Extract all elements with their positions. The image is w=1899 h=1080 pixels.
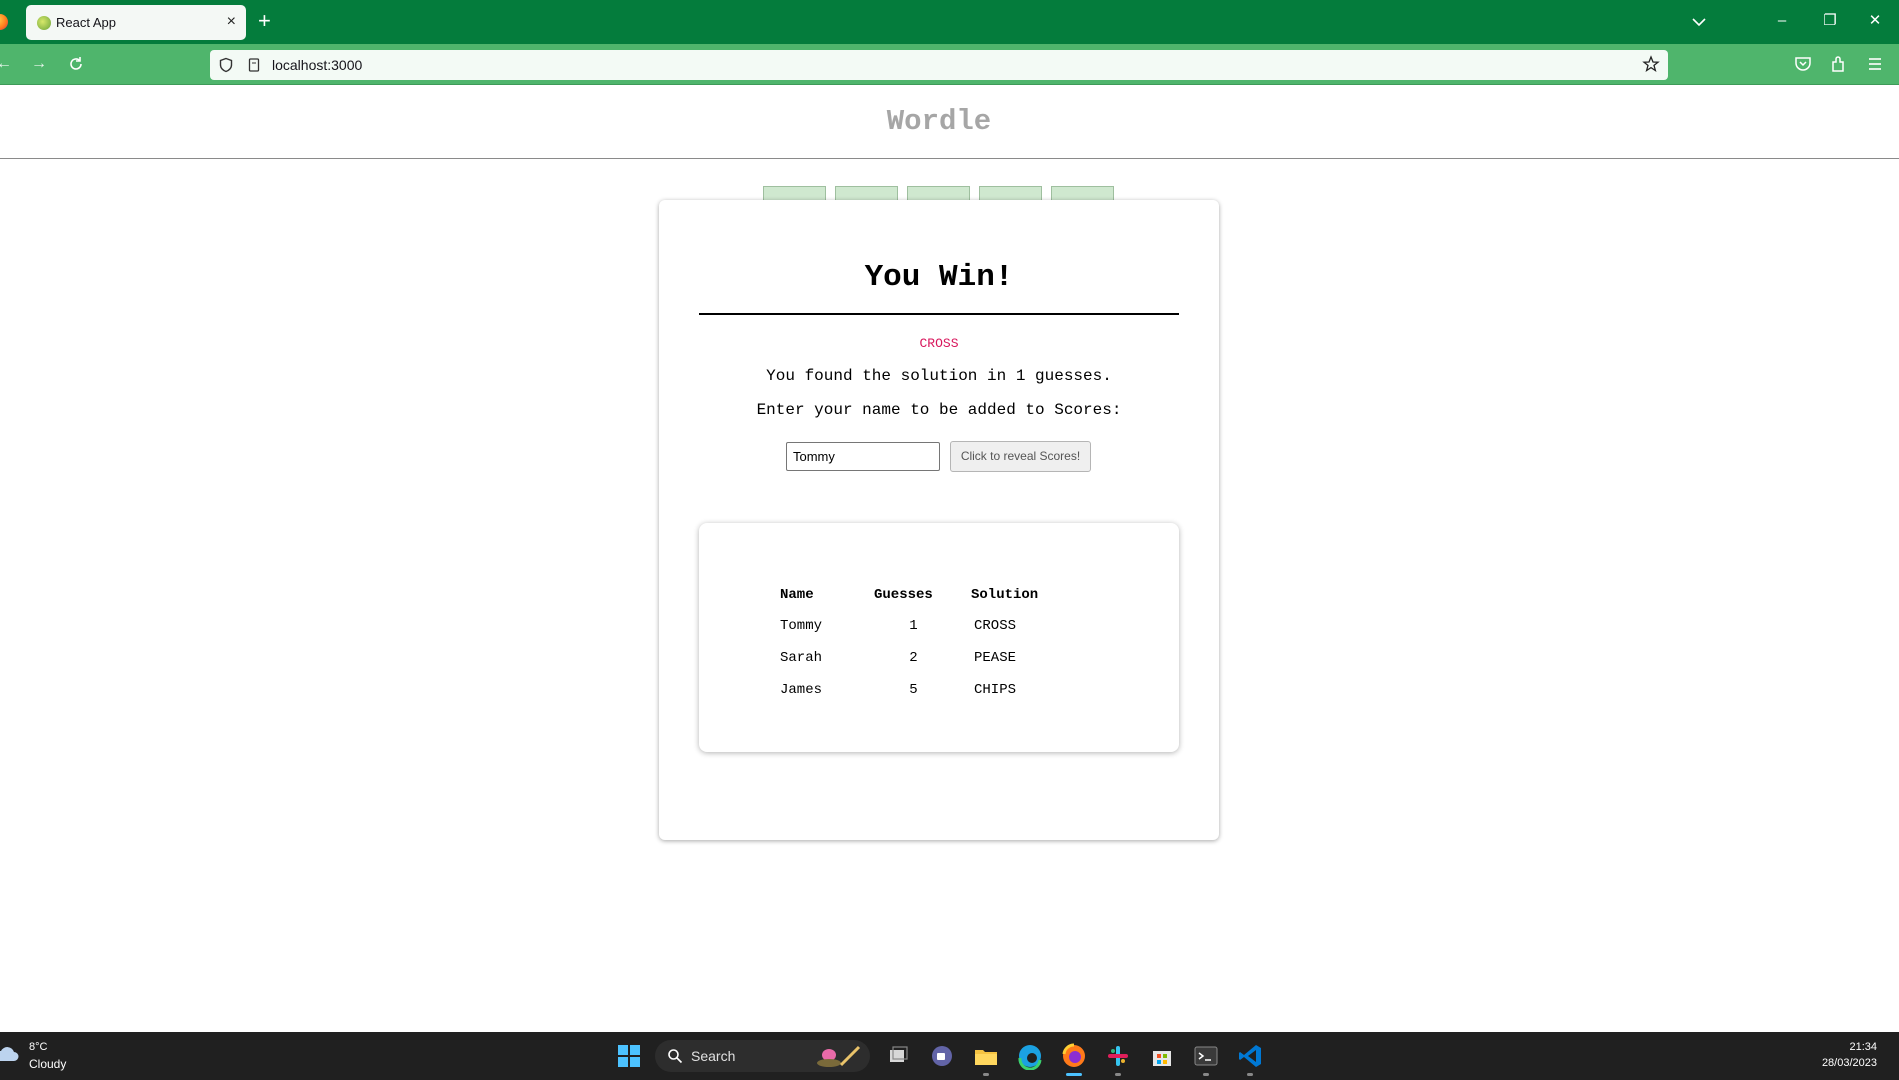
file-explorer-icon[interactable] [972,1042,1000,1070]
weather-temperature[interactable]: 8°C [29,1041,47,1053]
url-text[interactable]: localhost:3000 [272,57,362,73]
letter-tile [763,186,826,200]
score-solution: CROSS [974,618,1017,634]
teams-chat-icon[interactable] [928,1042,956,1070]
letter-tile [1051,186,1114,200]
windows-start-icon[interactable] [615,1042,643,1070]
title-divider [699,313,1179,315]
win-modal: You Win! CROSS You found the solution in… [659,200,1219,840]
active-indicator [1066,1073,1082,1076]
running-indicator [1203,1073,1209,1076]
letter-tile [835,186,898,200]
pocket-icon[interactable] [1793,54,1813,74]
extensions-icon[interactable] [1829,54,1849,74]
table-row: Tommy 1 CROSS [777,610,1061,642]
score-solution: CHIPS [974,682,1017,698]
header-solution: Solution [971,587,1039,603]
back-button[interactable]: ← [0,54,14,74]
restore-button[interactable]: ❐ [1815,11,1845,31]
score-name: Tommy [780,618,823,634]
reload-icon[interactable] [66,54,86,74]
header-guesses: Guesses [874,587,933,603]
taskbar: 8°C Cloudy Search 21:34 28/03/2023 [0,1032,1899,1080]
cloud-icon[interactable] [0,1046,20,1062]
header-name: Name [780,587,814,603]
score-guesses: 2 [909,650,918,666]
running-indicator [1247,1073,1253,1076]
new-tab-button[interactable]: + [258,9,271,33]
browser-nav-bar: ← → localhost:3000 [0,44,1899,84]
table-row: Sarah 2 PEASE [777,642,1061,674]
win-title: You Win! [864,260,1014,295]
close-window-button[interactable]: ✕ [1860,11,1890,31]
scores-header-row: Name Guesses Solution [777,580,1061,610]
hamburger-menu-icon[interactable] [1865,54,1885,74]
letter-tile [907,186,970,200]
microsoft-store-icon[interactable] [1148,1042,1176,1070]
reveal-scores-button[interactable]: Click to reveal Scores! [950,441,1091,472]
bookmark-star-icon[interactable] [1642,55,1660,73]
minimize-button[interactable]: – [1767,11,1797,31]
vscode-icon[interactable] [1236,1042,1264,1070]
search-highlight-icon [817,1045,861,1067]
score-guesses: 1 [909,618,918,634]
scores-card: Name Guesses Solution Tommy 1 CROSS Sara… [699,523,1179,752]
table-row: James 5 CHIPS [777,674,1061,706]
terminal-icon[interactable] [1192,1042,1220,1070]
found-message: You found the solution in 1 guesses. [766,367,1112,385]
name-input[interactable] [786,442,940,471]
score-name: Sarah [780,650,823,666]
browser-tab-bar: React App × + – ❐ ✕ [0,0,1899,44]
app-header: Wordle [0,85,1899,159]
url-bar[interactable]: localhost:3000 [210,50,1668,80]
tab-favicon-icon [37,16,51,30]
score-name: James [780,682,823,698]
firefox-icon[interactable] [1060,1042,1088,1070]
weather-condition[interactable]: Cloudy [29,1057,66,1071]
firefox-menu-icon[interactable] [0,14,8,30]
tab-react-app[interactable]: React App × [26,5,246,40]
score-solution: PEASE [974,650,1017,666]
score-guesses: 5 [909,682,918,698]
search-icon [668,1049,683,1064]
edge-icon[interactable] [1016,1042,1044,1070]
taskbar-search-box[interactable]: Search [655,1040,870,1072]
tab-close-icon[interactable]: × [227,13,236,31]
solution-word: CROSS [919,336,959,351]
task-view-icon[interactable] [884,1042,912,1070]
list-all-tabs-icon[interactable] [1690,13,1708,31]
letter-tile [979,186,1042,200]
page-info-icon[interactable] [246,57,262,73]
name-prompt: Enter your name to be added to Scores: [756,401,1122,419]
tracking-protection-shield-icon[interactable] [218,57,234,73]
clock-time[interactable]: 21:34 [1849,1041,1877,1053]
scores-table: Name Guesses Solution Tommy 1 CROSS Sara… [777,580,1061,706]
running-indicator [983,1073,989,1076]
running-indicator [1115,1073,1121,1076]
clock-date[interactable]: 28/03/2023 [1822,1057,1877,1069]
search-label: Search [691,1048,736,1064]
slack-icon[interactable] [1104,1042,1132,1070]
forward-button[interactable]: → [29,54,49,74]
tab-title: React App [56,15,116,30]
app-title: Wordle [886,105,992,138]
